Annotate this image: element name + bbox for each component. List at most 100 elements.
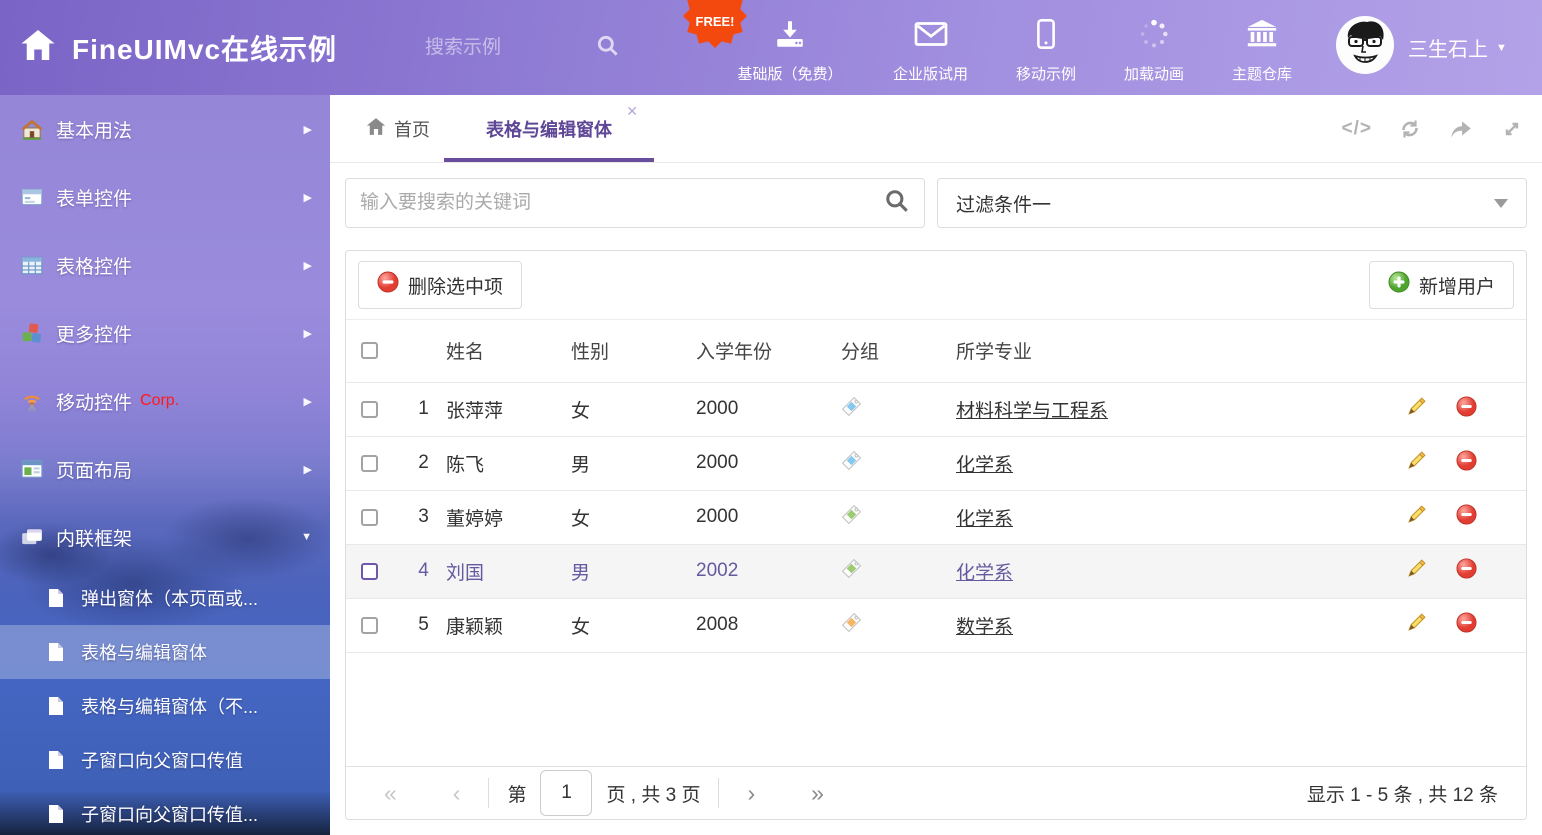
- keyword-search-box: [345, 178, 925, 228]
- row-checkbox[interactable]: [361, 617, 378, 634]
- pagination-summary: 显示 1 - 5 条 , 共 12 条: [1307, 780, 1498, 807]
- col-header-major[interactable]: 所学专业: [956, 320, 1406, 382]
- delete-selected-button[interactable]: 删除选中项: [358, 261, 522, 309]
- sidebar-subitem-child-to-parent[interactable]: 子窗口向父窗口传值: [0, 733, 330, 787]
- table-row-selected[interactable]: 4 刘国 男 2002 化学系: [346, 544, 1526, 598]
- row-checkbox[interactable]: [361, 401, 378, 418]
- table-row[interactable]: 1 张萍萍 女 2000 材料科学与工程系: [346, 382, 1526, 436]
- pagination-bar: « ‹ 第 页 , 共 3 页 › » 显示 1 - 5 条 , 共 12 条: [346, 766, 1526, 819]
- sidebar-item-page-layout[interactable]: 页面布局 ▶: [0, 435, 330, 503]
- delete-row-icon[interactable]: [1456, 450, 1477, 477]
- tag-icon: [841, 558, 862, 585]
- major-link[interactable]: 化学系: [956, 509, 1013, 530]
- tab-grid-edit-window[interactable]: 表格与编辑窗体 ✕: [444, 95, 654, 162]
- cell-gender: 女: [571, 490, 696, 544]
- delete-row-icon[interactable]: [1456, 504, 1477, 531]
- row-number: 5: [401, 598, 446, 652]
- home-logo-icon[interactable]: [20, 28, 56, 67]
- sidebar-item-basic-usage[interactable]: 基本用法 ▶: [0, 95, 330, 163]
- sidebar-subitem-grid-edit-window-2[interactable]: 表格与编辑窗体（不...: [0, 679, 330, 733]
- major-link[interactable]: 化学系: [956, 563, 1013, 584]
- main-area: 首页 表格与编辑窗体 ✕ </>: [330, 95, 1542, 835]
- user-avatar[interactable]: [1336, 16, 1394, 74]
- add-user-button[interactable]: 新增用户: [1369, 261, 1514, 309]
- page-prefix: 第: [507, 780, 526, 807]
- filter-dropdown[interactable]: 过滤条件一: [937, 178, 1527, 228]
- tab-home[interactable]: 首页: [352, 95, 444, 162]
- major-link[interactable]: 材料科学与工程系: [956, 401, 1108, 422]
- row-number: 3: [401, 490, 446, 544]
- caret-down-icon: ▼: [1496, 42, 1507, 54]
- delete-row-icon[interactable]: [1456, 612, 1477, 639]
- sidebar-subitem-popup-window[interactable]: 弹出窗体（本页面或...: [0, 571, 330, 625]
- frames-icon: [20, 525, 46, 549]
- app-header: FineUIMvc在线示例 FREE! 基础版（免费） 企业版试用: [0, 0, 1542, 95]
- sidebar-item-form-controls[interactable]: 表单控件 ▶: [0, 163, 330, 231]
- table-row[interactable]: 5 康颖颖 女 2008 数学系: [346, 598, 1526, 652]
- nav-loading-anim[interactable]: 加载动画: [1104, 18, 1204, 84]
- col-header-gender[interactable]: 性别: [571, 320, 696, 382]
- sidebar-subitem-label: 表格与编辑窗体: [81, 639, 207, 665]
- edit-pencil-icon[interactable]: [1406, 504, 1427, 531]
- grid-panel: 删除选中项 新增用户: [345, 250, 1527, 820]
- cell-year: 2002: [696, 544, 841, 598]
- chevron-right-icon: ▶: [304, 191, 312, 204]
- file-icon: [45, 695, 69, 717]
- search-icon[interactable]: [595, 33, 621, 64]
- username-text: 三生石上: [1408, 33, 1488, 62]
- col-header-year[interactable]: 入学年份: [696, 320, 841, 382]
- sidebar-subitem-child-to-parent-2[interactable]: 子窗口向父窗口传值...: [0, 787, 330, 835]
- source-code-icon[interactable]: </>: [1342, 118, 1372, 140]
- sidebar-item-more-controls[interactable]: 更多控件 ▶: [0, 299, 330, 367]
- chevron-right-icon: ▶: [304, 463, 312, 476]
- major-link[interactable]: 化学系: [956, 455, 1013, 476]
- refresh-icon[interactable]: [1398, 117, 1422, 141]
- table-row[interactable]: 2 陈飞 男 2000 化学系: [346, 436, 1526, 490]
- filter-row: 过滤条件一: [345, 178, 1527, 228]
- prev-page-icon[interactable]: ‹: [443, 780, 471, 807]
- select-all-checkbox[interactable]: [361, 342, 378, 359]
- home-icon: [20, 117, 46, 141]
- close-icon[interactable]: ✕: [626, 103, 638, 120]
- chevron-down-icon: ▼: [301, 531, 312, 543]
- sidebar-item-iframe[interactable]: 内联框架 ▼: [0, 503, 330, 571]
- tag-icon: [841, 612, 862, 639]
- sidebar-item-grid-controls[interactable]: 表格控件 ▶: [0, 231, 330, 299]
- user-menu[interactable]: 三生石上 ▼: [1408, 33, 1507, 62]
- last-page-icon[interactable]: »: [801, 780, 834, 807]
- layout-icon: [20, 457, 46, 481]
- edit-pencil-icon[interactable]: [1406, 612, 1427, 639]
- sidebar-item-label: 基本用法: [56, 116, 132, 143]
- row-checkbox[interactable]: [361, 509, 378, 526]
- row-checkbox[interactable]: [361, 563, 378, 580]
- delete-row-icon[interactable]: [1456, 396, 1477, 423]
- nav-enterprise-trial[interactable]: 企业版试用: [873, 18, 988, 84]
- sidebar-subitem-grid-edit-window[interactable]: 表格与编辑窗体: [0, 625, 330, 679]
- delete-row-icon[interactable]: [1456, 558, 1477, 585]
- antenna-icon: [20, 389, 46, 413]
- next-page-icon[interactable]: ›: [737, 780, 765, 807]
- nav-mobile-demo[interactable]: 移动示例: [996, 18, 1096, 84]
- edit-pencil-icon[interactable]: [1406, 558, 1427, 585]
- edit-pencil-icon[interactable]: [1406, 396, 1427, 423]
- major-link[interactable]: 数学系: [956, 617, 1013, 638]
- header-search-input[interactable]: [425, 37, 595, 59]
- sidebar-item-mobile-controls[interactable]: 移动控件 Corp. ▶: [0, 367, 330, 435]
- edit-pencil-icon[interactable]: [1406, 450, 1427, 477]
- col-header-group[interactable]: 分组: [841, 320, 956, 382]
- sidebar-item-label: 表单控件: [56, 184, 132, 211]
- share-icon[interactable]: [1448, 117, 1474, 141]
- table-row[interactable]: 3 董婷婷 女 2000 化学系: [346, 490, 1526, 544]
- nav-theme-store[interactable]: 主题仓库: [1212, 18, 1312, 84]
- page-number-input[interactable]: [540, 770, 592, 816]
- col-header-name[interactable]: 姓名: [446, 320, 571, 382]
- nav-basic-free[interactable]: 基础版（免费）: [715, 18, 865, 84]
- search-icon[interactable]: [884, 188, 910, 219]
- cell-name: 康颖颖: [446, 598, 571, 652]
- expand-icon[interactable]: [1500, 117, 1524, 141]
- keyword-search-input[interactable]: [360, 192, 884, 214]
- spinner-icon: [1138, 18, 1170, 55]
- first-page-icon[interactable]: «: [374, 780, 407, 807]
- row-checkbox[interactable]: [361, 455, 378, 472]
- sidebar-item-label: 更多控件: [56, 320, 132, 347]
